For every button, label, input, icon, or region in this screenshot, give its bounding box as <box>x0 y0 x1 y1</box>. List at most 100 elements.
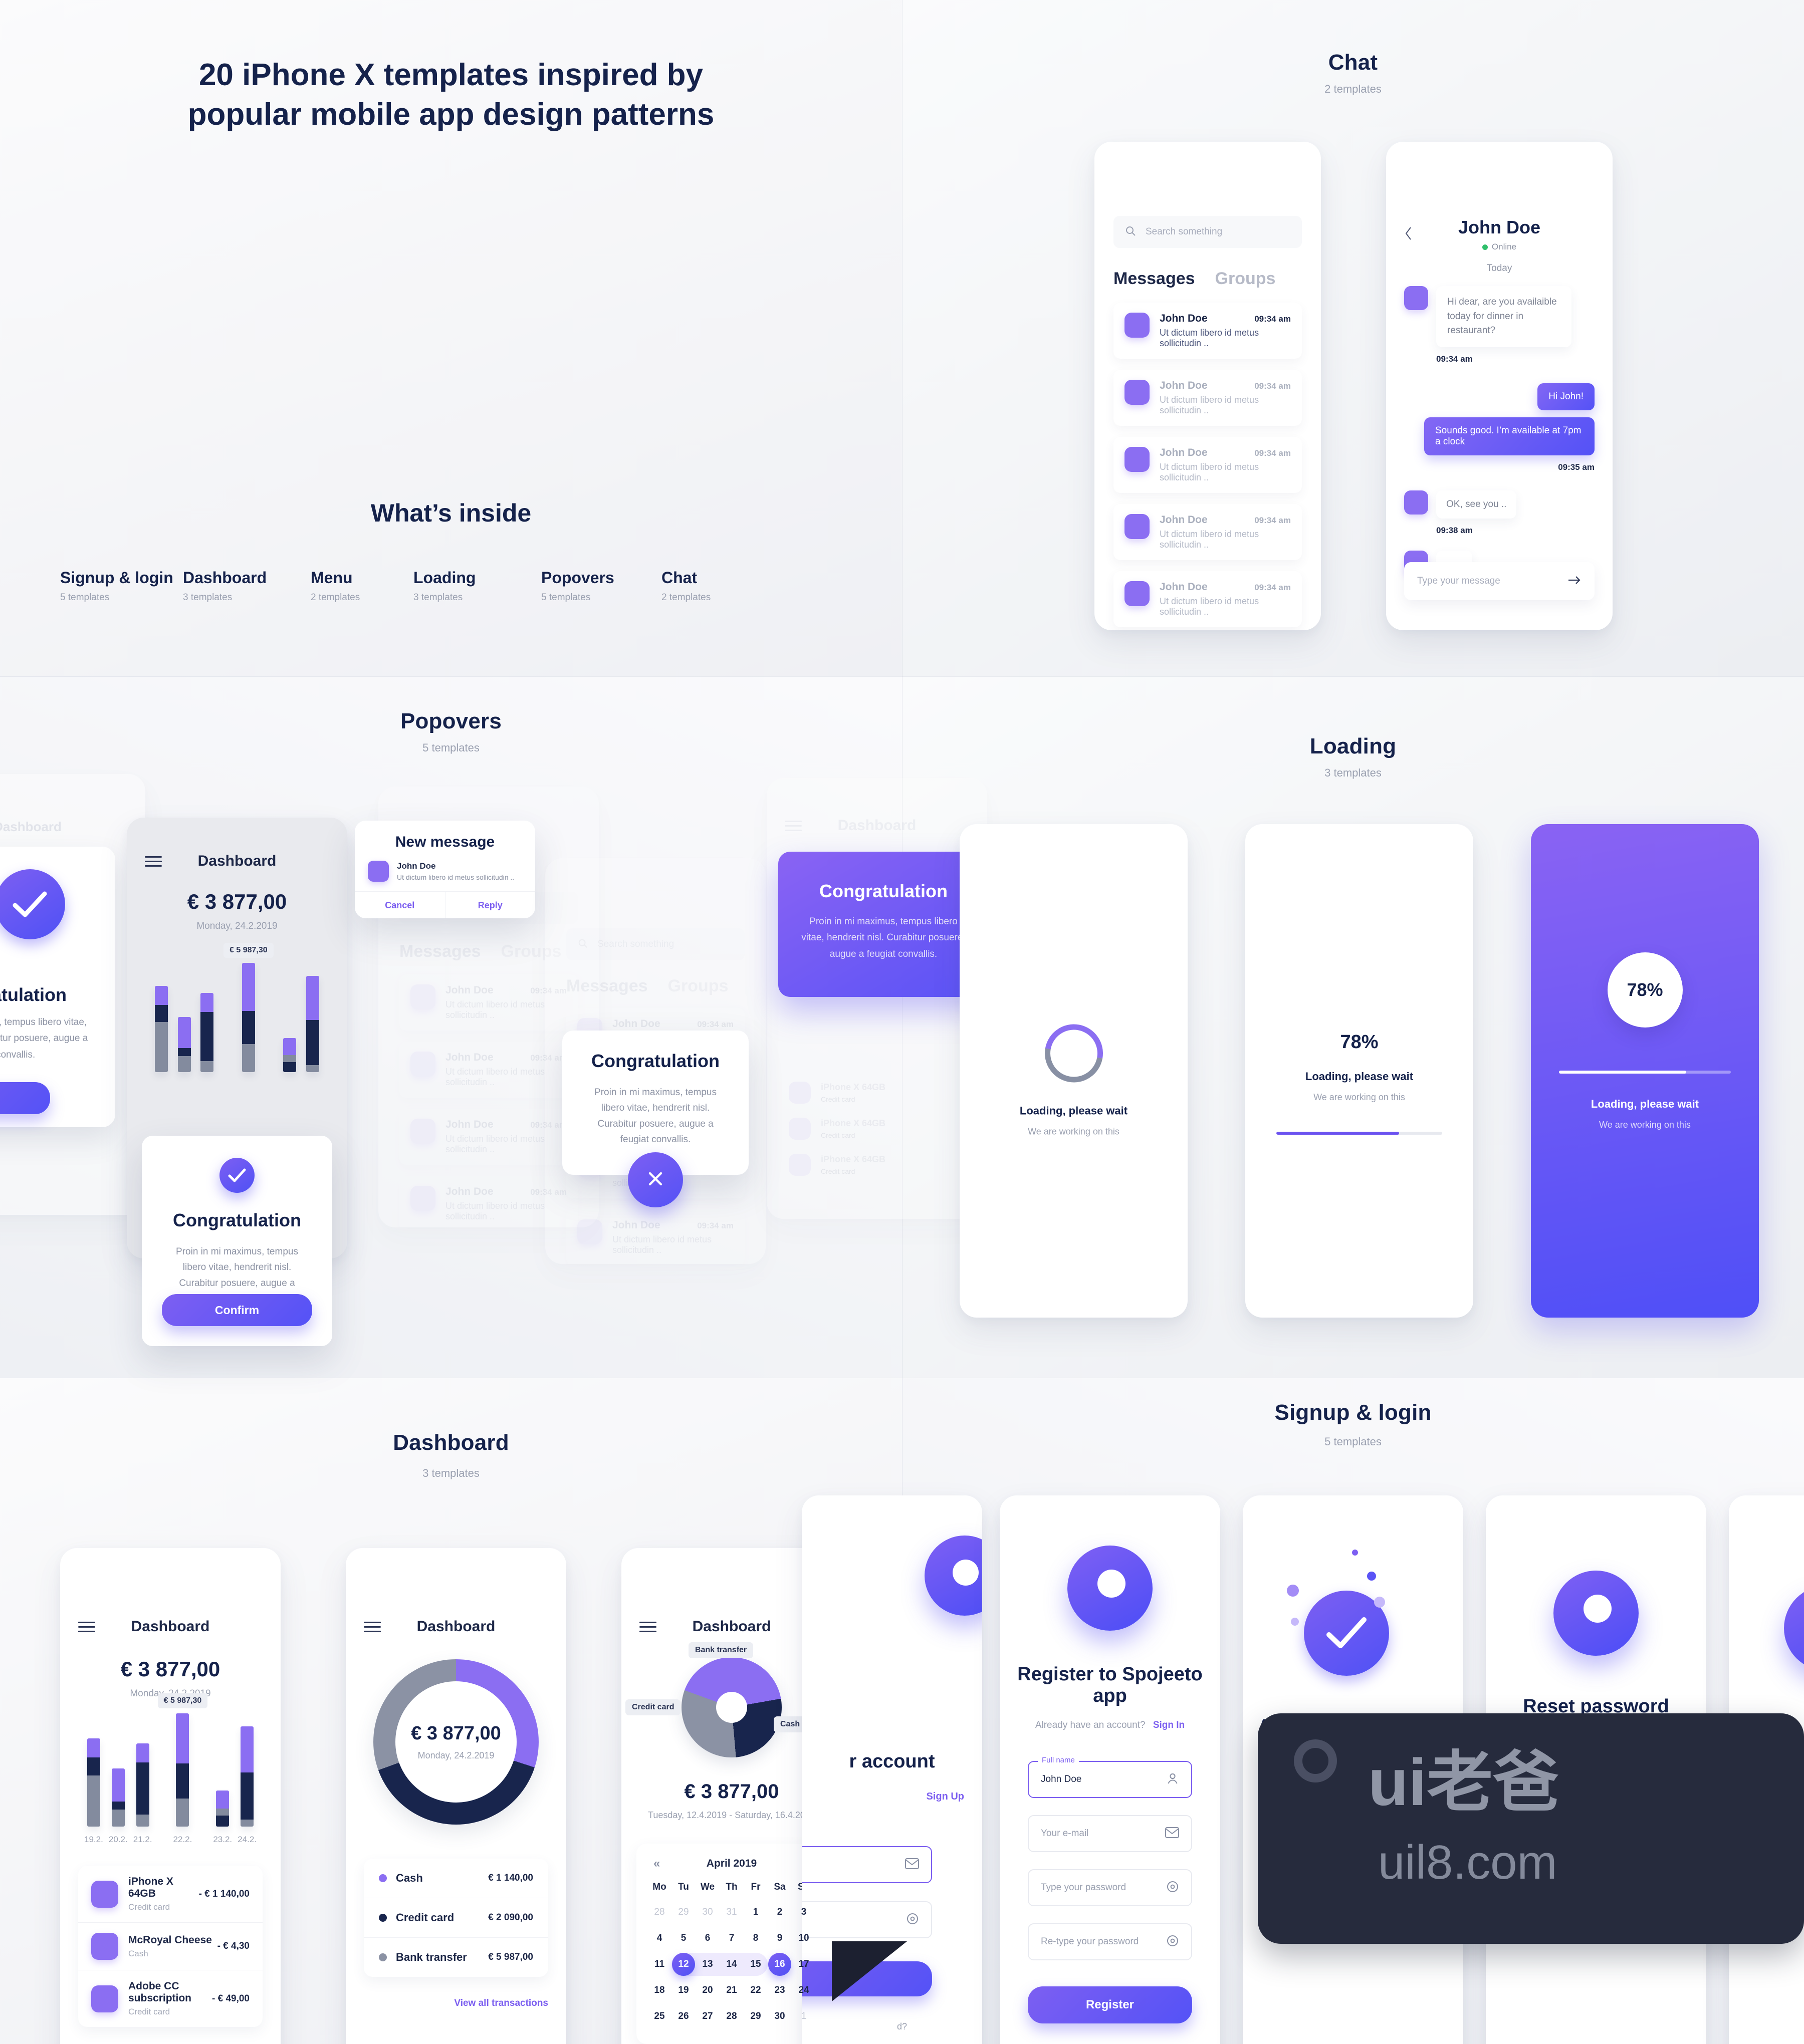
inside-item-popovers[interactable]: Popovers 5 templates <box>541 569 661 603</box>
transaction-method: Credit card <box>128 2007 170 2016</box>
calendar-day[interactable]: 6 <box>696 1927 720 1950</box>
full-name-field[interactable]: Full name John Doe <box>1028 1756 1192 1798</box>
calendar-day[interactable]: 7 <box>720 1927 744 1950</box>
arrow-right-icon[interactable] <box>1567 575 1582 588</box>
donut-chart: € 3 877,00 Monday, 24.2.2019 <box>373 1659 539 1825</box>
calendar-day[interactable]: 20 <box>696 1979 720 2002</box>
email-field[interactable]: Your e-mail <box>1028 1815 1192 1852</box>
table-row[interactable]: McRoyal Cheese Cash - € 4,30 <box>78 1923 263 1970</box>
chevron-double-left-icon[interactable]: « <box>653 1857 660 1871</box>
message-time: 09:34 am <box>697 1019 734 1029</box>
cancel-button[interactable]: Cancel <box>355 892 445 918</box>
password-field[interactable] <box>802 1901 932 1938</box>
tab-groups[interactable]: Groups <box>1215 269 1276 289</box>
legend-item[interactable]: Bank transfer € 5 987,00 <box>364 1938 548 1977</box>
calendar-weekday-header: Mo Tu We Th Fr Sa Su <box>647 1882 816 1901</box>
list-item[interactable]: John Doe 09:34 am Ut dictum libero id me… <box>1113 437 1302 493</box>
view-all-link[interactable]: View all transactions <box>364 1998 548 2009</box>
calendar-day[interactable]: 10 <box>792 1927 816 1950</box>
close-fab-button[interactable] <box>628 1152 683 1207</box>
calendar-day[interactable]: 23 <box>768 1979 792 2002</box>
legend-item[interactable]: Credit card € 2 090,00 <box>364 1898 548 1938</box>
chevron-left-icon[interactable] <box>1404 226 1415 243</box>
calendar-day[interactable]: 17 <box>792 1953 816 1976</box>
list-item[interactable]: John Doe 09:34 am Ut dictum libero id me… <box>1113 303 1302 359</box>
calendar-day[interactable]: 22 <box>744 1979 768 2002</box>
signup-section-title: Signup & login <box>1274 1400 1432 1425</box>
inside-item-loading[interactable]: Loading 3 templates <box>413 569 541 603</box>
sign-in-link[interactable]: Sign In <box>1153 1720 1185 1730</box>
nav-title: Dashboard <box>692 1618 771 1635</box>
tab-messages[interactable]: Messages <box>566 976 648 996</box>
list-item[interactable]: John Doe 09:34 am Ut dictum libero id me… <box>1113 370 1302 426</box>
menu-icon[interactable] <box>364 1621 381 1632</box>
calendar-day-selected-start[interactable]: 12 <box>671 1953 696 1976</box>
calendar-day[interactable]: 29 <box>744 2005 768 2028</box>
list-item[interactable]: John Doe 09:34 am Ut dictum libero id me… <box>1113 504 1302 560</box>
calendar-day[interactable]: 2 <box>768 1901 792 1924</box>
calendar-day[interactable]: 13 <box>696 1953 720 1976</box>
calendar-day[interactable]: 24 <box>792 1979 816 2002</box>
table-row[interactable]: iPhone X 64GB Credit card - € 1 140,00 <box>78 1866 263 1923</box>
transaction-name: iPhone X 64GB <box>821 1082 886 1092</box>
calendar-day[interactable]: 26 <box>671 2005 696 2028</box>
calendar-day[interactable]: 21 <box>720 1979 744 2002</box>
eye-icon[interactable] <box>1166 1934 1179 1950</box>
table-row[interactable]: Adobe CC subscription Credit card - € 49… <box>78 1970 263 2027</box>
calendar-day[interactable]: 18 <box>647 1979 671 2002</box>
menu-icon[interactable] <box>639 1621 656 1632</box>
calendar-day[interactable]: 11 <box>647 1953 671 1976</box>
confirm-button[interactable]: Confirm <box>0 1082 50 1114</box>
inside-item-menu[interactable]: Menu 2 templates <box>311 569 413 603</box>
menu-icon[interactable] <box>785 820 802 831</box>
legend-item[interactable]: Cash € 1 140,00 <box>364 1859 548 1898</box>
inside-item-signup[interactable]: Signup & login 5 templates <box>60 569 183 603</box>
search-input[interactable]: Search something <box>1113 216 1302 248</box>
menu-icon[interactable] <box>78 1621 95 1632</box>
email-placeholder: Your e-mail <box>1041 1828 1089 1839</box>
calendar-day[interactable]: 3 <box>792 1901 816 1924</box>
calendar-day[interactable]: 29 <box>671 1901 696 1924</box>
calendar-day[interactable]: 19 <box>671 1979 696 2002</box>
list-item[interactable]: John Doe 09:34 am Ut dictum libero id me… <box>566 1209 745 1264</box>
calendar-day[interactable]: 28 <box>720 2005 744 2028</box>
calendar-day[interactable]: 25 <box>647 2005 671 2028</box>
popover-left-title: Congratulation <box>0 984 67 1005</box>
calendar-day[interactable]: 27 <box>696 2005 720 2028</box>
reply-button[interactable]: Reply <box>445 892 536 918</box>
password-field[interactable]: Type your password <box>1028 1869 1192 1906</box>
tab-groups[interactable]: Groups <box>668 976 729 996</box>
legend-value: € 2 090,00 <box>488 1912 533 1923</box>
calendar-day[interactable]: 5 <box>671 1927 696 1950</box>
inside-item-dashboard[interactable]: Dashboard 3 templates <box>183 569 311 603</box>
list-item[interactable]: John Doe 09:34 am Ut dictum libero id me… <box>1113 571 1302 627</box>
eye-icon[interactable] <box>1166 1880 1179 1896</box>
confirm-password-field[interactable]: Re-type your password <box>1028 1923 1192 1960</box>
calendar-day-selected-end[interactable]: 16 <box>768 1953 792 1976</box>
calendar-day[interactable]: 1 <box>792 2005 816 2028</box>
calendar-day[interactable]: 15 <box>744 1953 768 1976</box>
menu-icon[interactable] <box>145 856 162 867</box>
calendar-day[interactable]: 30 <box>768 2005 792 2028</box>
confirm-button[interactable]: Confirm <box>162 1294 312 1326</box>
calendar-day[interactable]: 31 <box>720 1901 744 1924</box>
tab-messages[interactable]: Messages <box>399 942 481 961</box>
calendar-day[interactable]: 14 <box>720 1953 744 1976</box>
confetti-dot-icon <box>1291 1618 1299 1626</box>
calendar-day[interactable]: 8 <box>744 1927 768 1950</box>
tab-messages[interactable]: Messages <box>1113 269 1195 289</box>
calendar-day[interactable]: 28 <box>647 1901 671 1924</box>
chat-list-screen: Search something Messages Groups John Do… <box>1094 142 1321 630</box>
calendar-day[interactable]: 9 <box>768 1927 792 1950</box>
inside-item-chat[interactable]: Chat 2 templates <box>661 569 762 603</box>
loading-solid-screen: 78% Loading, please wait We are working … <box>1531 824 1759 1318</box>
calendar-day[interactable]: 4 <box>647 1927 671 1950</box>
contact-name: John Doe <box>1458 217 1540 237</box>
calendar-day[interactable]: 1 <box>744 1901 768 1924</box>
eye-icon[interactable] <box>906 1912 919 1928</box>
message-composer[interactable]: Type your message <box>1404 562 1595 600</box>
signup-link[interactable]: Sign Up <box>926 1791 964 1803</box>
email-field[interactable] <box>802 1846 932 1883</box>
register-button[interactable]: Register <box>1028 1986 1192 2023</box>
calendar-day[interactable]: 30 <box>696 1901 720 1924</box>
